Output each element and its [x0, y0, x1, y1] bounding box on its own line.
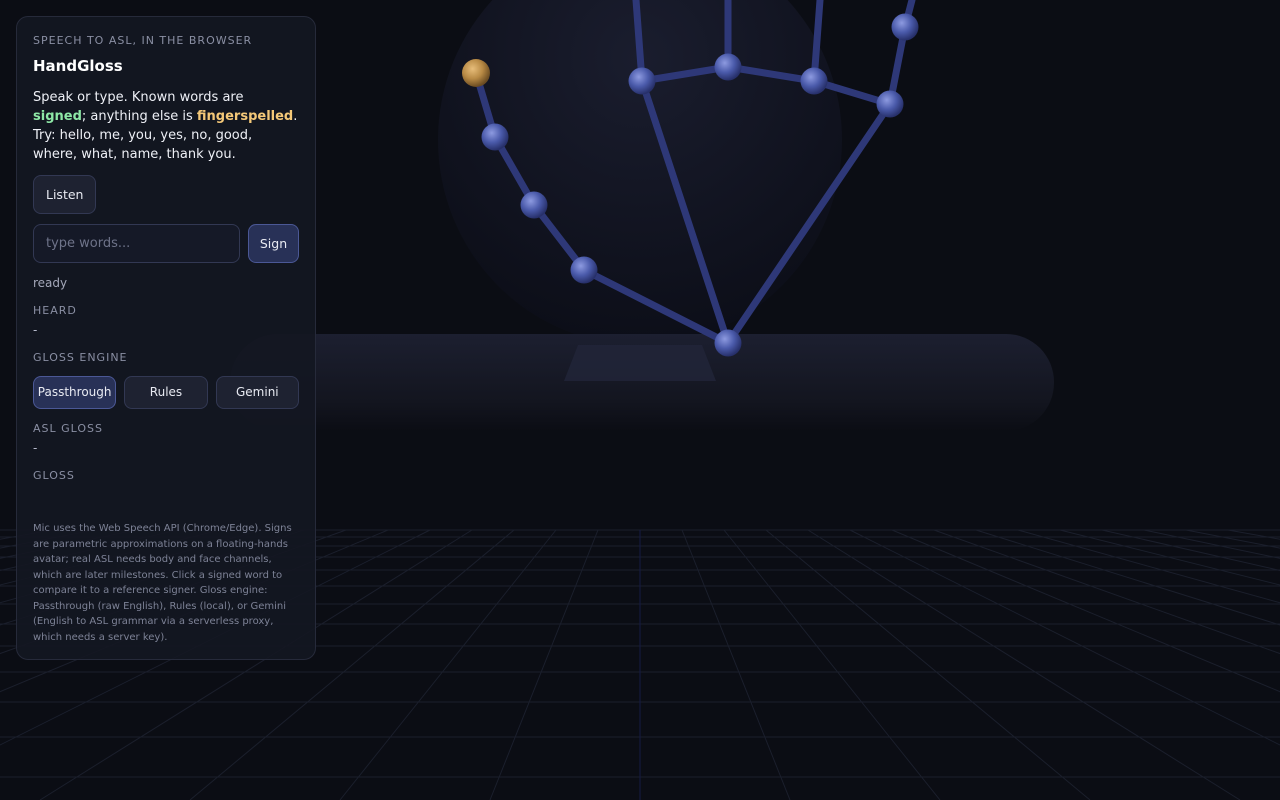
- fingerspelled-highlight: fingerspelled: [196, 109, 294, 124]
- gloss-engine-selector: Passthrough Rules Gemini: [33, 376, 299, 409]
- table-shadow: [564, 345, 716, 381]
- footnote: Mic uses the Web Speech API (Chrome/Edge…: [33, 523, 292, 643]
- hand-joint: [520, 191, 548, 219]
- heard-value: -: [33, 323, 38, 337]
- input-row: Sign: [33, 224, 299, 263]
- gloss-label: GLOSS: [33, 469, 75, 482]
- hand-joint: [628, 67, 656, 95]
- engine-passthrough-button[interactable]: Passthrough: [33, 376, 117, 409]
- listen-button[interactable]: Listen: [33, 175, 97, 214]
- app-title: HandGloss: [33, 57, 123, 75]
- hand-joint: [891, 13, 919, 41]
- status-text: ready: [33, 276, 68, 290]
- words-input[interactable]: [33, 224, 240, 263]
- hand-joint: [876, 90, 904, 118]
- engine-rules-button[interactable]: Rules: [124, 376, 208, 409]
- asl-gloss-label: ASL GLOSS: [33, 422, 104, 435]
- engine-gemini-button[interactable]: Gemini: [215, 376, 299, 409]
- asl-gloss-value: -: [33, 441, 38, 455]
- app-eyebrow: SPEECH TO ASL, IN THE BROWSER: [33, 34, 253, 47]
- sign-button[interactable]: Sign: [248, 224, 299, 263]
- intro-part-2: ; anything else is: [81, 109, 197, 124]
- thumb-tip-joint: [462, 59, 490, 87]
- hand-joint: [800, 67, 828, 95]
- intro-part-1: Speak or type. Known words are: [33, 90, 244, 105]
- control-panel: SPEECH TO ASL, IN THE BROWSER HandGloss …: [16, 16, 316, 660]
- heard-label: HEARD: [33, 304, 77, 317]
- hand-joint: [714, 53, 742, 81]
- hand-joint: [714, 329, 742, 357]
- hand-joint: [570, 256, 598, 284]
- gloss-engine-label: GLOSS ENGINE: [33, 351, 128, 364]
- hand-joint: [481, 123, 509, 151]
- signed-highlight: signed: [33, 109, 82, 124]
- intro-text: Speak or type. Known words are signed; a…: [33, 88, 299, 164]
